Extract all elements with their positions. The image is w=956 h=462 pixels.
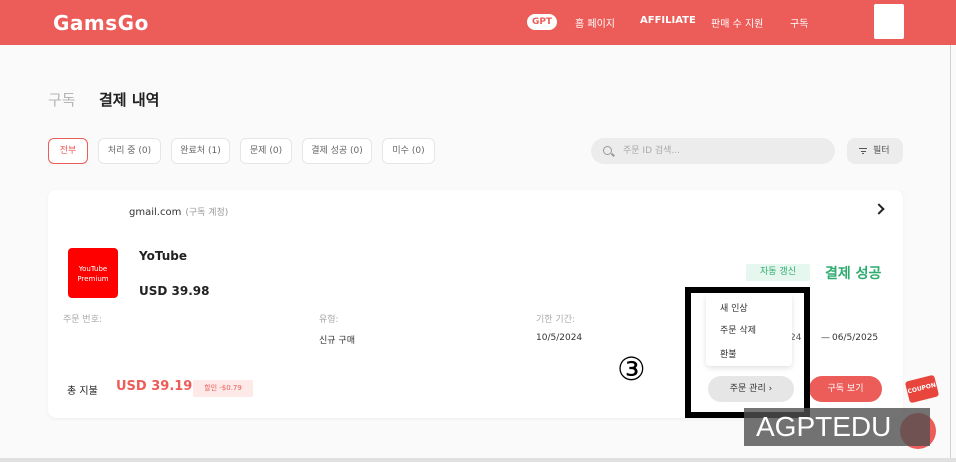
period-end: 06/5/2025	[832, 333, 879, 343]
filter-tab-issue[interactable]: 문제 (0)	[240, 138, 292, 164]
breadcrumb-subscription[interactable]: 구독	[48, 89, 76, 110]
period-start: 10/5/2024	[536, 333, 583, 343]
order-search-input[interactable]	[623, 138, 823, 164]
filter-button[interactable]: 필터	[847, 138, 903, 164]
user-avatar[interactable]	[874, 4, 904, 39]
order-number-label: 주문 번호:	[63, 315, 103, 325]
bottom-edge	[0, 458, 956, 462]
nav-affiliate[interactable]: AFFILIATE	[640, 15, 696, 26]
order-type-value: 신규 구매	[319, 336, 355, 346]
gamsgo-logo[interactable]: GamsGo	[53, 11, 149, 35]
nav-gpt-pill[interactable]: GPT	[527, 14, 557, 30]
highlight-box	[685, 287, 810, 418]
watermark: AGPTEDU	[744, 408, 930, 446]
period-separator: —	[821, 333, 830, 343]
filter-tab-paid[interactable]: 결제 성공 (0)	[302, 138, 372, 164]
total-paid-value: USD 39.19	[116, 379, 193, 394]
filter-tab-unpaid[interactable]: 미수 (0)	[382, 138, 435, 164]
product-price: USD 39.98	[139, 284, 210, 298]
filter-tab-processing[interactable]: 처리 중 (0)	[98, 138, 161, 164]
youtube-premium-logo: YouTube Premium	[68, 248, 118, 298]
nav-seller-support[interactable]: 판매 수 지원	[711, 15, 763, 30]
account-email: gmail.com (구독 계정)	[129, 205, 228, 218]
product-name: YoTube	[139, 249, 187, 263]
search-icon	[603, 146, 612, 155]
order-type-label: 유형:	[319, 315, 339, 325]
order-search-box[interactable]	[591, 138, 835, 164]
account-email-note: (구독 계정)	[185, 208, 229, 218]
chevron-right-icon[interactable]	[873, 203, 885, 215]
discount-badge: 할인 -$0.79	[193, 380, 253, 397]
coupon-badge[interactable]: COUPON	[904, 374, 940, 404]
order-period-label: 기한 기간:	[536, 315, 576, 325]
view-subscription-button[interactable]: 구독 보기	[809, 376, 882, 402]
nav-home[interactable]: 홈 페이지	[575, 15, 615, 30]
account-email-text: gmail.com	[129, 207, 182, 218]
filter-tab-completed[interactable]: 완료처 (1)	[171, 138, 230, 164]
auto-renew-badge: 자동 갱신	[746, 264, 810, 281]
top-header: GamsGo GPT 홈 페이지 AFFILIATE 판매 수 지원 구독	[0, 0, 956, 45]
total-paid-label: 총 지불	[67, 386, 98, 397]
scroll-edge	[950, 45, 951, 462]
payment-status: 결제 성공	[825, 266, 882, 282]
page-title: 결제 내역	[99, 91, 160, 109]
step-marker: ③	[617, 350, 646, 388]
filter-label: 필터	[873, 146, 890, 156]
nav-subscription[interactable]: 구독	[790, 15, 808, 30]
filter-icon	[859, 148, 867, 155]
filter-tab-all[interactable]: 전부	[48, 138, 88, 164]
order-history-page: GamsGo GPT 홈 페이지 AFFILIATE 판매 수 지원 구독 구독…	[0, 0, 956, 462]
